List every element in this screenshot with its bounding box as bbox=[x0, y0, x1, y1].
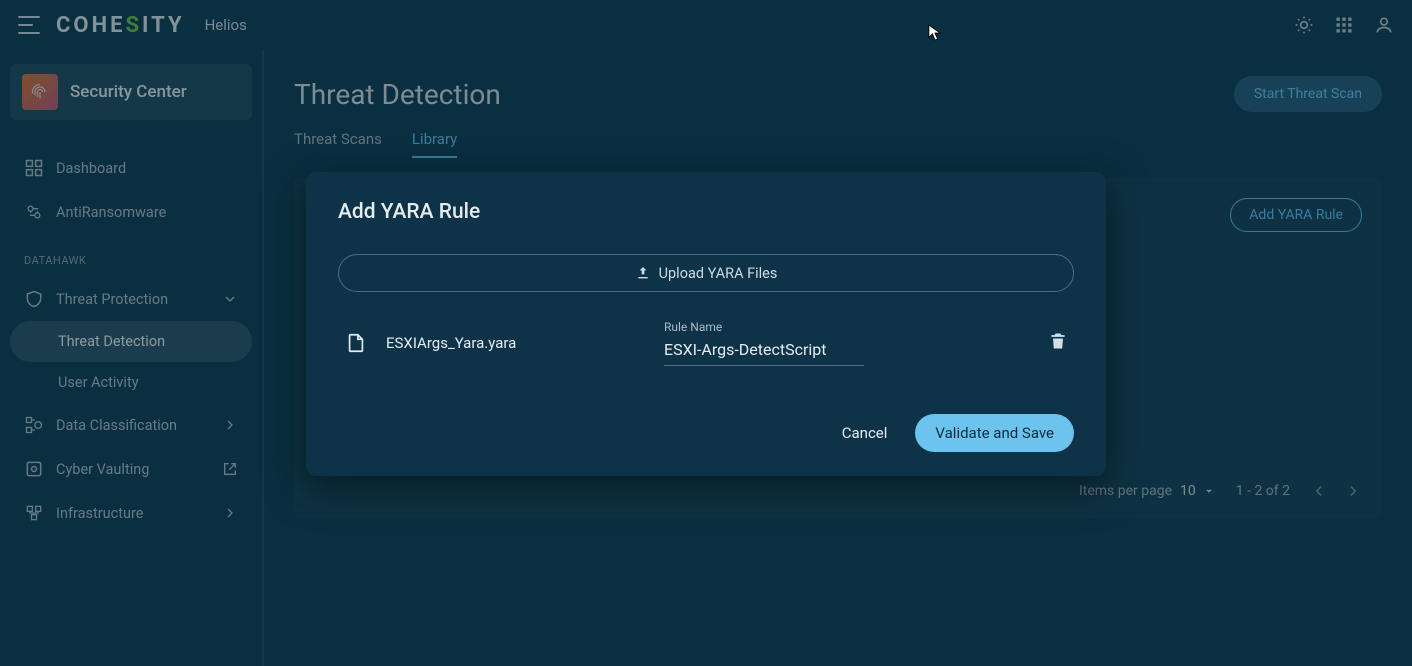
tabs: Threat Scans Library bbox=[294, 130, 1382, 158]
add-yara-rule-button[interactable]: Add YARA Rule bbox=[1230, 198, 1362, 232]
sidebar-item-cyber-vaulting[interactable]: Cyber Vaulting bbox=[10, 447, 252, 491]
add-yara-rule-modal: Add YARA Rule Upload YARA Files ESXIArgs… bbox=[306, 172, 1106, 476]
tab-library[interactable]: Library bbox=[412, 130, 457, 158]
sidebar-item-threat-protection[interactable]: Threat Protection bbox=[10, 277, 252, 321]
pagination: Items per page 10 1 - 2 of 2 bbox=[1079, 482, 1362, 500]
user-account-icon[interactable] bbox=[1374, 15, 1394, 35]
page-prev-button[interactable] bbox=[1310, 482, 1328, 500]
sidebar-item-user-activity[interactable]: User Activity bbox=[10, 362, 252, 403]
upload-icon bbox=[635, 265, 651, 281]
upload-yara-files-button[interactable]: Upload YARA Files bbox=[338, 254, 1074, 292]
tab-threat-scans[interactable]: Threat Scans bbox=[294, 130, 382, 158]
infrastructure-icon bbox=[24, 503, 44, 523]
file-icon bbox=[344, 332, 368, 354]
modal-title: Add YARA Rule bbox=[338, 200, 1074, 224]
sidebar-item-threat-detection[interactable]: Threat Detection bbox=[10, 321, 252, 362]
sidebar-item-data-classification[interactable]: Data Classification bbox=[10, 403, 252, 447]
pagination-range: 1 - 2 of 2 bbox=[1236, 483, 1290, 499]
fingerprint-icon bbox=[22, 74, 58, 110]
chevron-right-icon bbox=[222, 417, 238, 433]
rule-name-input[interactable] bbox=[664, 338, 864, 366]
apps-grid-icon[interactable] bbox=[1334, 15, 1354, 35]
menu-toggle-icon[interactable] bbox=[18, 16, 40, 34]
sidebar-section-security-center[interactable]: Security Center bbox=[10, 64, 252, 120]
shield-icon bbox=[24, 289, 44, 309]
sidebar-item-label: Threat Detection bbox=[58, 333, 165, 350]
sidebar-group-datahawk: DATAHAWK bbox=[10, 234, 252, 277]
rule-name-label: Rule Name bbox=[664, 320, 864, 334]
antiransomware-icon bbox=[24, 202, 44, 222]
sidebar-item-label: Data Classification bbox=[56, 417, 177, 434]
chevron-down-icon bbox=[222, 291, 238, 307]
theme-toggle-icon[interactable] bbox=[1294, 15, 1314, 35]
page-title: Threat Detection bbox=[294, 78, 501, 111]
dashboard-icon bbox=[24, 158, 44, 178]
sidebar-item-label: Cyber Vaulting bbox=[56, 461, 149, 478]
trash-icon bbox=[1048, 331, 1068, 351]
upload-label: Upload YARA Files bbox=[659, 265, 778, 282]
items-per-page-label: Items per page bbox=[1079, 483, 1172, 499]
sidebar-item-dashboard[interactable]: Dashboard bbox=[10, 146, 252, 190]
delete-file-button[interactable] bbox=[1048, 331, 1068, 355]
sidebar-item-antiransomware[interactable]: AntiRansomware bbox=[10, 190, 252, 234]
app-header: COHESITY Helios bbox=[0, 0, 1412, 50]
sidebar-section-label: Security Center bbox=[70, 82, 187, 102]
uploaded-file-name: ESXIArgs_Yara.yara bbox=[386, 334, 646, 352]
cancel-button[interactable]: Cancel bbox=[842, 424, 888, 442]
uploaded-file-row: ESXIArgs_Yara.yara Rule Name bbox=[338, 316, 1074, 370]
sidebar-item-label: AntiRansomware bbox=[56, 204, 166, 221]
sidebar-item-infrastructure[interactable]: Infrastructure bbox=[10, 491, 252, 535]
classification-icon bbox=[24, 415, 44, 435]
sidebar-item-label: User Activity bbox=[58, 374, 139, 391]
sidebar-item-label: Dashboard bbox=[56, 160, 126, 177]
vault-icon bbox=[24, 459, 44, 479]
page-next-button[interactable] bbox=[1344, 482, 1362, 500]
start-threat-scan-button[interactable]: Start Threat Scan bbox=[1234, 76, 1382, 112]
external-link-icon bbox=[222, 461, 238, 477]
brand-logo: COHESITY bbox=[56, 13, 185, 38]
items-per-page-select[interactable]: 10 bbox=[1180, 483, 1216, 499]
sidebar-item-label: Threat Protection bbox=[56, 291, 168, 308]
app-name: Helios bbox=[205, 16, 247, 34]
validate-and-save-button[interactable]: Validate and Save bbox=[915, 414, 1074, 452]
sidebar: Security Center Dashboard AntiRansomware… bbox=[0, 50, 264, 666]
sidebar-item-label: Infrastructure bbox=[56, 505, 143, 522]
chevron-right-icon bbox=[222, 505, 238, 521]
